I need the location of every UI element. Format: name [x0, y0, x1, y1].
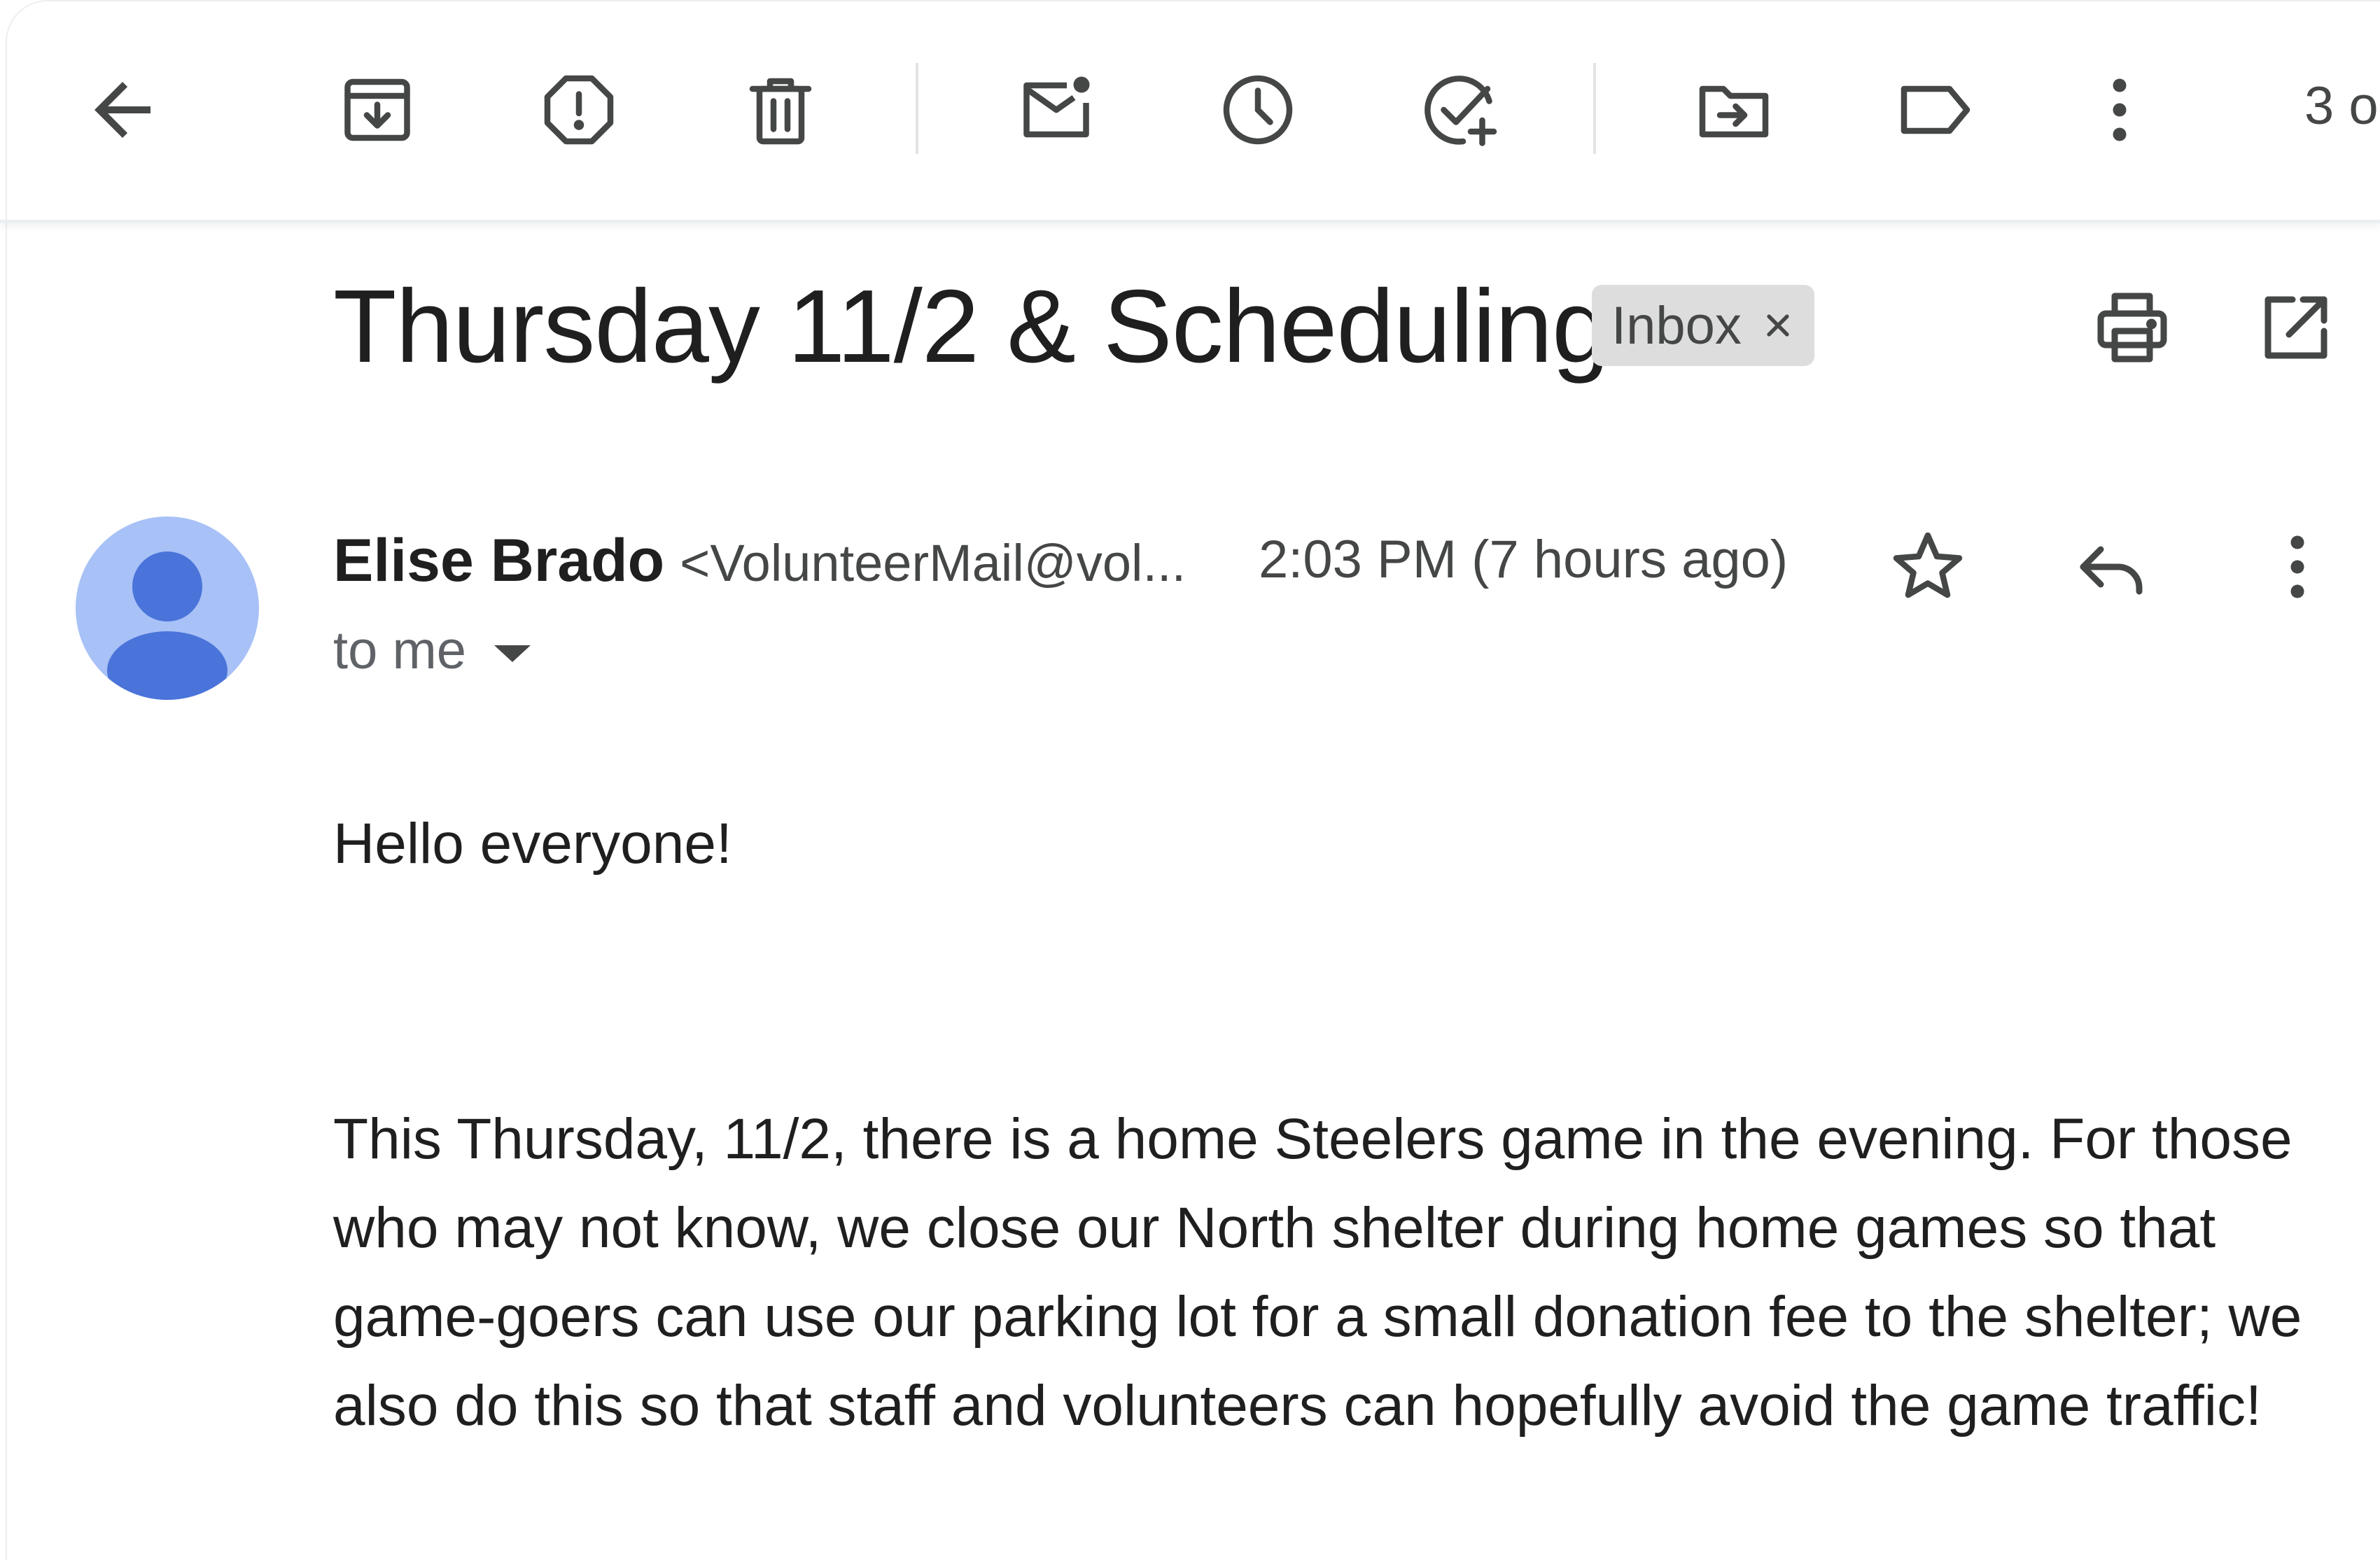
add-to-tasks-button[interactable]	[1407, 57, 1512, 162]
reply-icon	[2080, 546, 2143, 595]
snooze-icon	[1223, 75, 1293, 145]
snooze-button[interactable]	[1205, 57, 1310, 162]
label-button[interactable]	[1883, 57, 1988, 162]
delete-icon	[749, 78, 812, 145]
back-icon	[94, 82, 150, 138]
more-options-button[interactable]	[2067, 57, 2172, 162]
toolbar-divider	[1593, 63, 1596, 154]
inbox-label-chip[interactable]: Inbox	[1592, 285, 1814, 366]
more-vert-icon	[2113, 78, 2127, 141]
message-timestamp: 2:03 PM (7 hours ago)	[1259, 530, 1788, 589]
chevron-down-icon	[494, 645, 531, 662]
report-spam-button[interactable]	[526, 57, 631, 162]
archive-icon	[344, 78, 410, 141]
message-greeting: Hello everyone!	[333, 812, 732, 876]
pagination-text: 3 o	[2304, 76, 2379, 136]
back-button[interactable]	[70, 57, 175, 162]
more-vert-icon	[2290, 535, 2304, 598]
open-in-new-icon	[2264, 296, 2328, 359]
recipient-label: to me	[333, 621, 467, 680]
close-icon[interactable]	[1763, 310, 1793, 341]
move-to-icon	[1699, 85, 1769, 138]
message-paragraph: This Thursday, 11/2, there is a home Ste…	[333, 1107, 2302, 1438]
star-icon	[1893, 532, 1963, 598]
archive-button[interactable]	[325, 57, 430, 162]
print-all-button[interactable]	[2083, 279, 2181, 377]
label-icon	[1900, 85, 1970, 134]
move-to-button[interactable]	[1681, 57, 1786, 162]
sender-line: Elise Brado <VolunteerMail@vol...	[333, 526, 1186, 596]
reply-button[interactable]	[2062, 518, 2160, 616]
toolbar-divider	[916, 63, 918, 154]
message-more-options-button[interactable]	[2248, 518, 2346, 616]
delete-button[interactable]	[728, 57, 833, 162]
add-to-tasks-icon	[1424, 76, 1497, 146]
print-icon	[2097, 293, 2167, 363]
person-icon	[107, 551, 227, 700]
open-in-new-window-button[interactable]	[2247, 279, 2345, 377]
mark-unread-button[interactable]	[1004, 57, 1109, 162]
mark-unread-icon	[1023, 76, 1090, 138]
label-chip-text: Inbox	[1611, 295, 1742, 356]
report-spam-icon	[544, 75, 614, 145]
sender-avatar[interactable]	[76, 517, 259, 700]
recipient-details-toggle[interactable]: to me	[333, 620, 531, 681]
message-toolbar: 3 o	[0, 0, 2380, 223]
email-subject: Thursday 11/2 & Scheduling	[333, 269, 1609, 384]
sender-email: <VolunteerMail@vol...	[680, 534, 1186, 592]
sender-name[interactable]: Elise Brado	[333, 526, 664, 596]
star-button[interactable]	[1879, 518, 1977, 616]
